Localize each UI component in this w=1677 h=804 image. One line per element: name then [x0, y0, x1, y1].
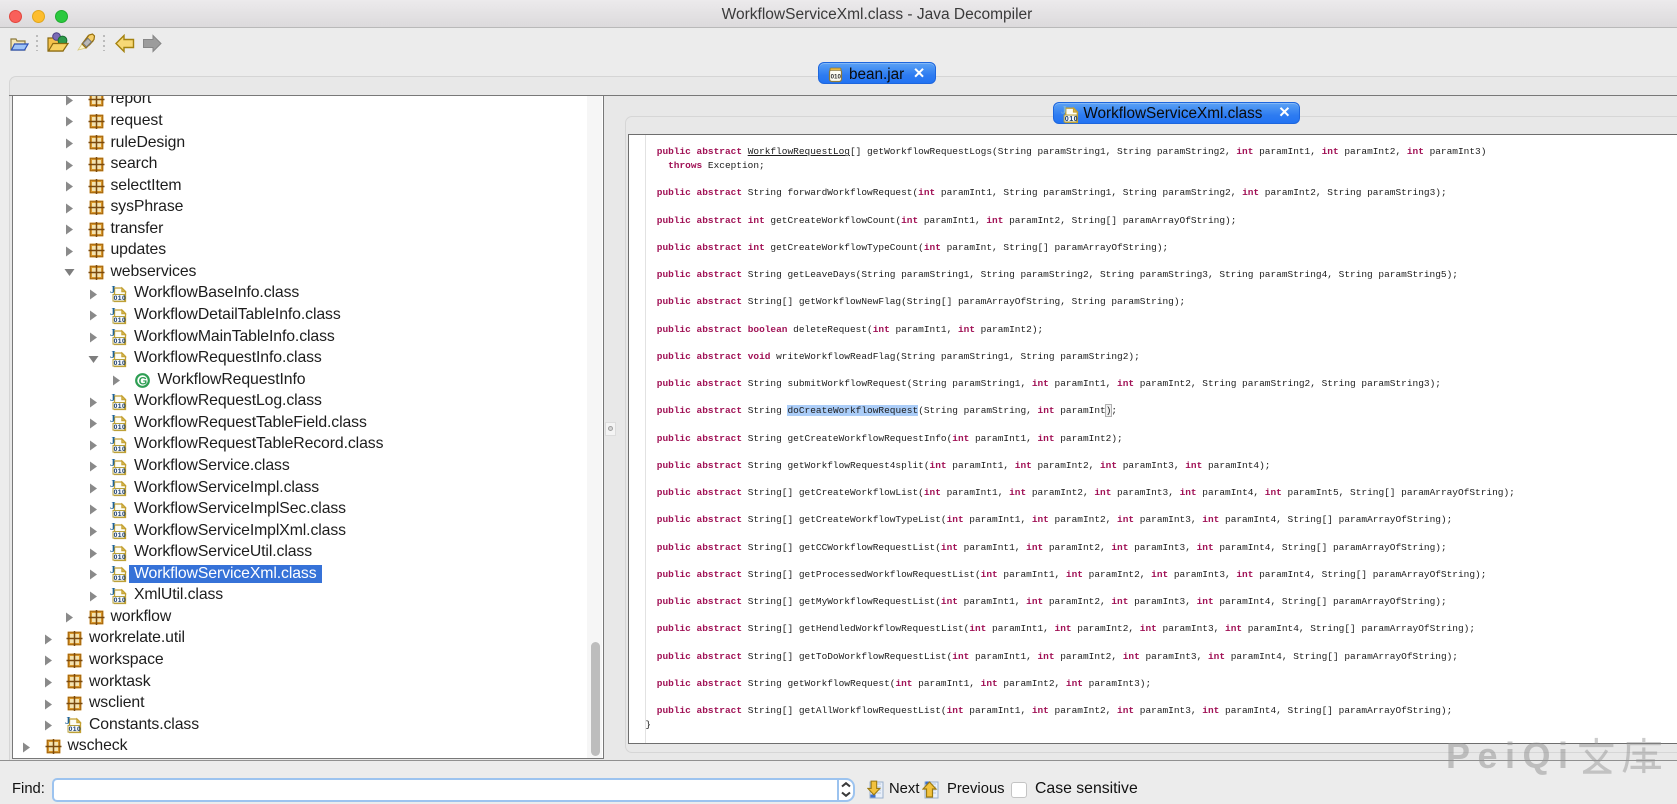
- svg-text:010: 010: [114, 489, 127, 496]
- svg-text:G: G: [139, 375, 148, 387]
- svg-text:010: 010: [114, 295, 127, 302]
- svg-text:010: 010: [114, 575, 127, 582]
- svg-text:010: 010: [114, 597, 127, 604]
- svg-text:010: 010: [114, 338, 127, 345]
- svg-text:010: 010: [69, 726, 82, 733]
- svg-text:010: 010: [831, 73, 842, 80]
- svg-text:010: 010: [114, 403, 127, 410]
- svg-text:010: 010: [114, 317, 127, 324]
- svg-text:010: 010: [114, 532, 127, 539]
- svg-text:010: 010: [114, 360, 127, 367]
- svg-text:010: 010: [114, 446, 127, 453]
- svg-text:010: 010: [1065, 115, 1078, 123]
- svg-text:010: 010: [114, 468, 127, 475]
- svg-text:010: 010: [114, 511, 127, 518]
- svg-text:010: 010: [114, 554, 127, 561]
- svg-text:010: 010: [114, 425, 127, 432]
